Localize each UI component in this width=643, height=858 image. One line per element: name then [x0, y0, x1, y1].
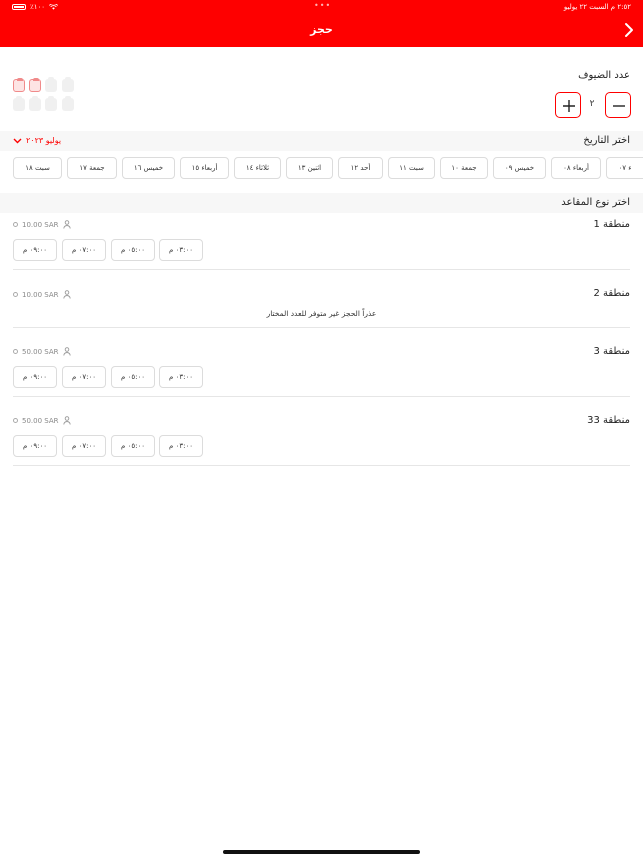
date-chip[interactable]: اثنين ١٣	[286, 157, 333, 179]
status-datetime: ٢:٥٢ م السبت ٢٢ يوليو	[563, 3, 631, 11]
minus-icon	[613, 105, 625, 107]
status-left: ٪١٠٠	[12, 3, 59, 11]
time-slot[interactable]: ٠٥:٠٠ م	[111, 239, 155, 261]
info-dot-icon	[13, 418, 18, 423]
seat-type-label: اختر نوع المقاعد	[561, 197, 630, 208]
time-slot[interactable]: ٠٣:٠٠ م	[159, 435, 203, 457]
time-slot[interactable]: ٠٥:٠٠ م	[111, 366, 155, 388]
time-slot[interactable]: ٠٣:٠٠ م	[159, 239, 203, 261]
zone-price: 50.00 SAR	[13, 416, 71, 425]
seat-icon	[45, 96, 57, 111]
zone-price: 10.00 SAR	[13, 220, 71, 229]
person-icon	[62, 290, 71, 299]
time-slot[interactable]: ٠٧:٠٠ م	[62, 435, 106, 457]
divider	[13, 327, 630, 328]
date-chip[interactable]: سبت ١٨	[13, 157, 62, 179]
battery-icon	[12, 4, 26, 10]
date-chip[interactable]: خميس ٠٩	[493, 157, 546, 179]
back-chevron-icon[interactable]	[621, 21, 637, 39]
date-chip[interactable]: ثلاثاء ١٤	[234, 157, 281, 179]
seat-icon	[29, 78, 41, 92]
plus-icon	[563, 100, 575, 112]
app-header: حجز	[0, 14, 643, 47]
guest-count: ٢	[589, 99, 595, 109]
time-slot[interactable]: ٠٩:٠٠ م	[13, 435, 57, 457]
page-title: حجز	[310, 23, 333, 36]
time-slot[interactable]: ٠٩:٠٠ م	[13, 239, 57, 261]
price-value: 50.00 SAR	[22, 416, 59, 425]
date-chip[interactable]: جمعة ١٠	[440, 157, 488, 179]
time-slot[interactable]: ٠٧:٠٠ م	[62, 239, 106, 261]
decrease-guests-button[interactable]	[605, 92, 631, 118]
person-icon	[62, 347, 71, 356]
person-icon	[62, 220, 71, 229]
month-dropdown[interactable]: يوليو ٢٠٢٣	[13, 136, 61, 145]
date-chip[interactable]: خميس ١٦	[122, 157, 175, 179]
seat-icon	[29, 96, 41, 111]
person-icon	[62, 416, 71, 425]
time-slot[interactable]: ٠٣:٠٠ م	[159, 366, 203, 388]
zone-price: 50.00 SAR	[13, 347, 71, 356]
date-label: اختر التاريخ	[583, 135, 630, 146]
divider	[13, 269, 630, 270]
divider	[13, 465, 630, 466]
time-slot[interactable]: ٠٧:٠٠ م	[62, 366, 106, 388]
seat-icon	[13, 96, 25, 111]
wifi-icon	[49, 4, 59, 10]
date-section-bar: يوليو ٢٠٢٣ اختر التاريخ	[0, 131, 643, 151]
month-label: يوليو ٢٠٢٣	[26, 136, 62, 145]
unavailable-message: عذراً الحجز غير متوفر للعدد المختار	[266, 309, 377, 318]
battery-percent: ٪١٠٠	[30, 3, 46, 11]
date-chip[interactable]: جمعة ١٧	[67, 157, 117, 179]
zone-name: منطقة 3	[593, 346, 630, 357]
time-slot[interactable]: ٠٩:٠٠ م	[13, 366, 57, 388]
date-chip[interactable]: أربعاء ١٥	[180, 157, 229, 179]
status-bar: ٪١٠٠ ••• ٢:٥٢ م السبت ٢٢ يوليو	[0, 0, 643, 14]
zone-price: 10.00 SAR	[13, 290, 71, 299]
date-chip[interactable]: أحد ١٢	[338, 157, 383, 179]
divider	[13, 396, 630, 397]
info-dot-icon	[13, 292, 18, 297]
chevron-down-icon	[13, 138, 22, 143]
seat-icon	[62, 77, 74, 92]
info-dot-icon	[13, 222, 18, 227]
zone-name: منطقة 33	[587, 415, 630, 426]
home-indicator[interactable]	[223, 850, 420, 854]
zone-name: منطقة 2	[593, 288, 630, 299]
seat-icon	[45, 77, 57, 92]
seat-icon	[13, 78, 25, 92]
info-dot-icon	[13, 349, 18, 354]
zone-name: منطقة 1	[593, 219, 630, 230]
price-value: 10.00 SAR	[22, 220, 59, 229]
date-chip[interactable]: ء ٠٧	[606, 157, 643, 179]
multitask-dots[interactable]: •••	[314, 1, 331, 10]
price-value: 50.00 SAR	[22, 347, 59, 356]
date-chip[interactable]: سبت ١١	[388, 157, 435, 179]
price-value: 10.00 SAR	[22, 290, 59, 299]
seat-type-bar: اختر نوع المقاعد	[0, 193, 643, 213]
time-slot[interactable]: ٠٥:٠٠ م	[111, 435, 155, 457]
seat-icon	[62, 96, 74, 111]
date-chip[interactable]: أربعاء ٠٨	[551, 157, 601, 179]
guests-label: عدد الضيوف	[578, 70, 630, 81]
increase-guests-button[interactable]	[555, 92, 581, 118]
